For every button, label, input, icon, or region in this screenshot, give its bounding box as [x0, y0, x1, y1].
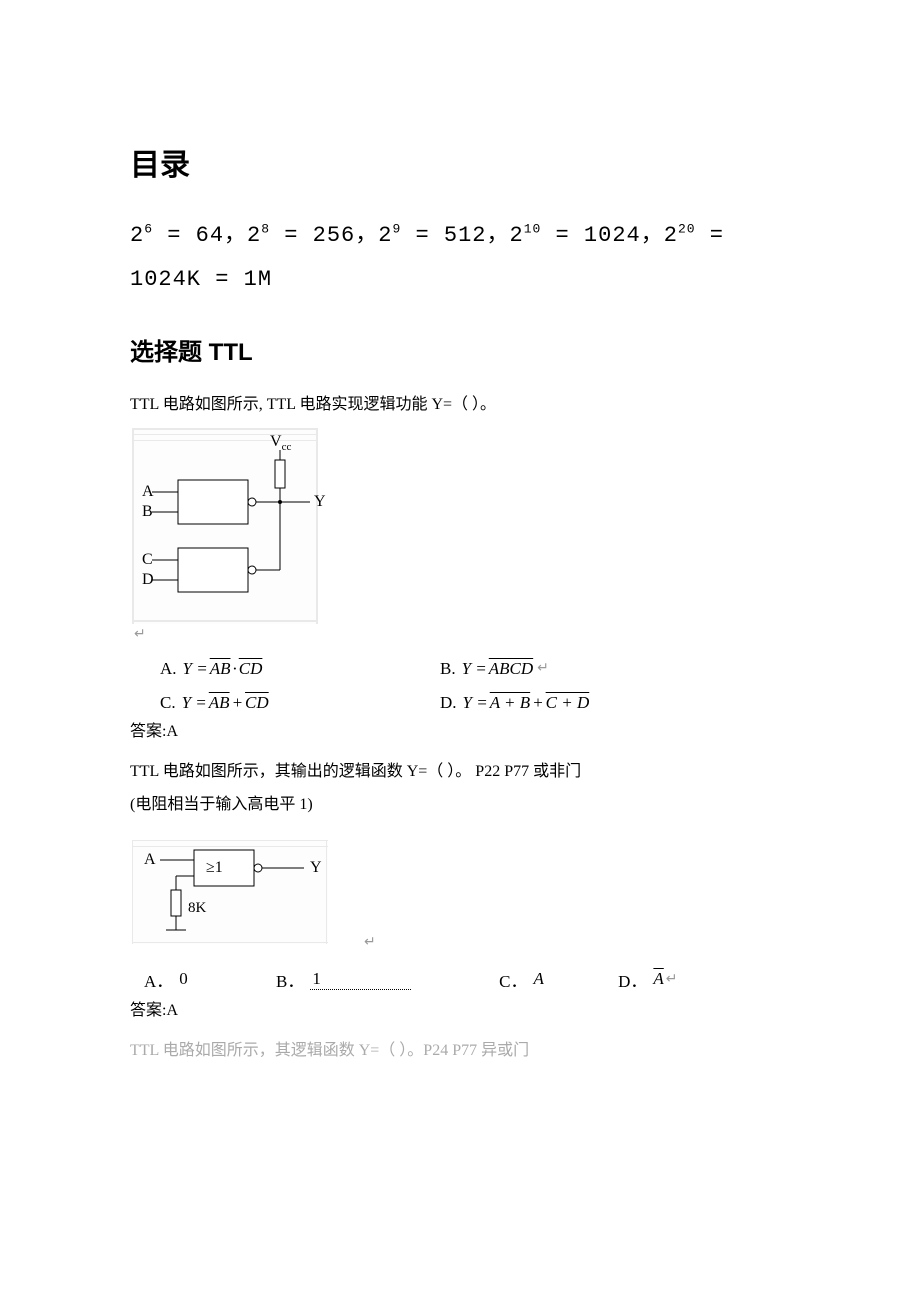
- paragraph-mark-icon: ↵: [134, 627, 146, 642]
- q3-prompt: TTL 电路如图所示，其逻辑函数 Y=（ ）。P24 P77 异或门: [130, 1038, 790, 1064]
- q1-prompt: TTL 电路如图所示, TTL 电路实现逻辑功能 Y=（ ）。: [130, 392, 790, 418]
- q2-option-b: B． 1: [276, 967, 411, 992]
- q2-prompt: TTL 电路如图所示，其输出的逻辑函数 Y=（ ）。 P22 P77 或非门: [130, 759, 790, 785]
- heading-toc: 目录: [130, 140, 790, 184]
- q2-gate-label: ≥1: [206, 859, 223, 876]
- q1-option-a: A. Y = AB · CD: [160, 659, 430, 679]
- q2-output-y: Y: [310, 859, 322, 876]
- q1-options-row1: A. Y = AB · CD B. Y = ABCD ↵: [160, 659, 790, 679]
- heading-section-ttl: 选择题 TTL: [130, 332, 790, 367]
- q1-option-b: B. Y = ABCD ↵: [440, 659, 549, 679]
- q1-input-c: C: [142, 551, 153, 568]
- q2-circuit-diagram: ≥1 Y A 8K ↵: [130, 838, 790, 953]
- q2-answer: 答案:A: [130, 996, 790, 1020]
- q2-option-c: C． A: [499, 967, 544, 992]
- q1-option-d: D. Y = A + B + C + D: [440, 693, 589, 713]
- q1-options-row2: C. Y = AB + CD D. Y = A + B + C + D: [160, 693, 790, 713]
- powers-of-two-line: 26 = 64，28 = 256，29 = 512，210 = 1024，220…: [130, 214, 790, 302]
- q1-option-c: C. Y = AB + CD: [160, 693, 430, 713]
- paragraph-mark-icon: ↵: [364, 935, 376, 950]
- q1-circuit-diagram: Vcc Y A B C D ↵: [130, 426, 790, 645]
- q1-input-a: A: [142, 483, 154, 500]
- q2-option-d: D． A ↵: [618, 967, 677, 992]
- q2-resistor-label: 8K: [188, 900, 207, 916]
- q2-options: A． 0 B． 1 C． A D． A ↵: [144, 967, 790, 992]
- q1-input-d: D: [142, 571, 154, 588]
- q1-input-b: B: [142, 503, 153, 520]
- q2-input-a: A: [144, 851, 156, 868]
- q2-note: (电阻相当于输入高电平 1): [130, 792, 790, 818]
- q2-option-a: A． 0: [144, 967, 188, 992]
- q1-output-y: Y: [314, 493, 326, 510]
- q1-answer: 答案:A: [130, 717, 790, 741]
